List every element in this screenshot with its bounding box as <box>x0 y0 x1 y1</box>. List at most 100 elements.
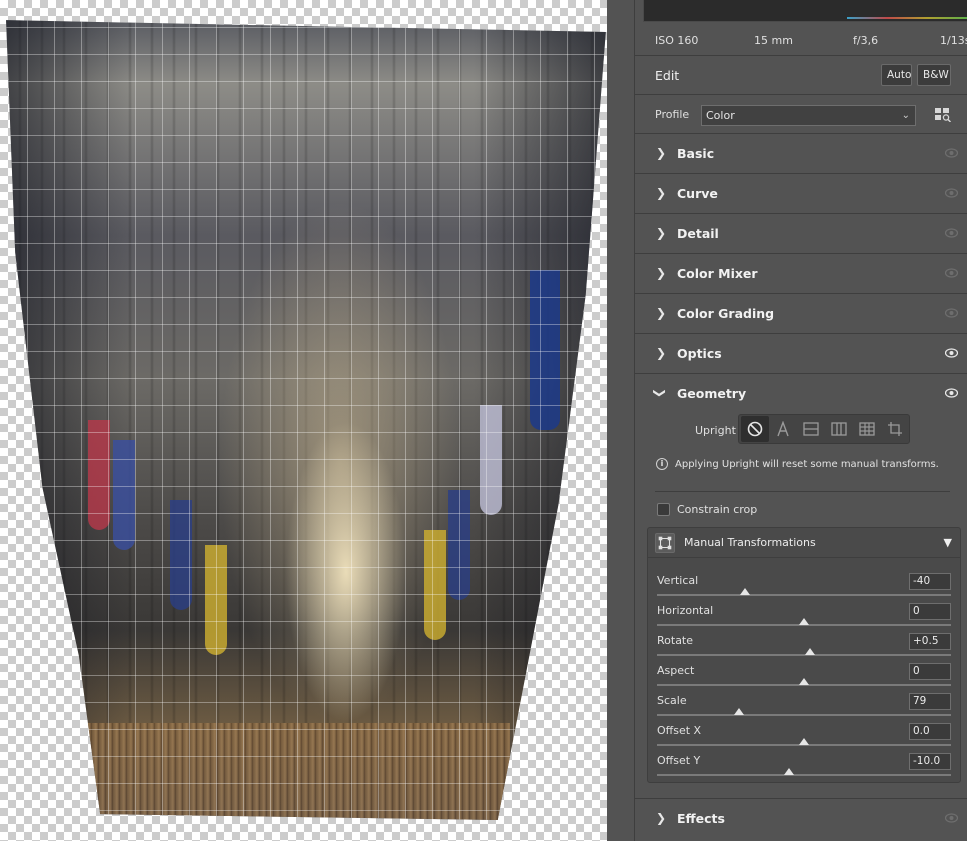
geometry-body: Upright i Applying Upright will reset so… <box>635 414 967 798</box>
slider-value-input[interactable]: +0.5 <box>909 633 951 650</box>
histogram-curve <box>847 17 967 19</box>
slider-thumb[interactable] <box>734 708 745 715</box>
histogram <box>643 0 967 22</box>
slider-thumb[interactable] <box>799 738 809 745</box>
upright-off-button[interactable] <box>741 416 769 442</box>
chevron-right-icon: ❯ <box>656 811 667 825</box>
section-title: Color Grading <box>677 306 775 321</box>
slider-value-input[interactable]: 0 <box>909 603 951 620</box>
eye-icon[interactable] <box>945 388 958 398</box>
profile-select[interactable]: Color ⌄ <box>701 105 916 126</box>
slider-value-input[interactable]: 79 <box>909 693 951 710</box>
collapse-triangle-icon[interactable]: ▼ <box>944 536 952 549</box>
slider-value-input[interactable]: -10.0 <box>909 753 951 770</box>
upright-label: Upright <box>695 424 736 437</box>
section-detail[interactable]: ❯ Detail <box>635 214 967 254</box>
slider-row: Offset X 0.0 <box>648 721 960 751</box>
slider-thumb[interactable] <box>804 648 815 655</box>
info-text: Applying Upright will reset some manual … <box>675 458 939 470</box>
guided-icon <box>888 422 902 436</box>
transform-icon <box>655 533 675 553</box>
section-title: Basic <box>677 146 715 161</box>
slider-track[interactable] <box>657 774 951 776</box>
iso-value: ISO 160 <box>655 34 699 47</box>
slider-thumb[interactable] <box>799 618 809 625</box>
section-color-mixer[interactable]: ❯ Color Mixer <box>635 254 967 294</box>
manual-transformations-panel: Manual Transformations ▼ Vertical -40 Hori… <box>647 527 961 783</box>
section-color-grading[interactable]: ❯ Color Grading <box>635 294 967 334</box>
profile-value: Color <box>706 109 735 122</box>
upright-info: i Applying Upright will reset some manua… <box>656 458 939 470</box>
upright-button-group <box>738 414 910 444</box>
auto-a-icon <box>777 421 789 437</box>
aperture-value: f/3,6 <box>853 34 879 47</box>
slider-row: Rotate +0.5 <box>648 631 960 661</box>
auto-button[interactable]: Auto <box>881 64 912 86</box>
section-optics[interactable]: ❯ Optics <box>635 334 967 374</box>
eye-icon[interactable] <box>945 228 958 238</box>
chevron-down-icon: ⌄ <box>901 110 910 121</box>
slider-thumb[interactable] <box>799 678 809 685</box>
constrain-crop-row[interactable]: Constrain crop <box>657 503 757 516</box>
slider-value-input[interactable]: -40 <box>909 573 951 590</box>
slider-thumb[interactable] <box>784 768 795 775</box>
manual-transformations-header[interactable]: Manual Transformations ▼ <box>648 528 960 558</box>
upright-full-button[interactable] <box>853 416 881 442</box>
eye-icon[interactable] <box>945 268 958 278</box>
upright-guided-button[interactable] <box>881 416 909 442</box>
slider-row: Horizontal 0 <box>648 601 960 631</box>
section-title: Color Mixer <box>677 266 758 281</box>
section-effects[interactable]: ❯ Effects <box>635 798 967 838</box>
manual-transformations-title: Manual Transformations <box>684 536 816 549</box>
section-geometry[interactable]: ❯ Geometry <box>635 374 967 414</box>
vertical-icon <box>831 422 847 436</box>
section-title: Curve <box>677 186 718 201</box>
chevron-down-icon: ❯ <box>653 387 668 399</box>
slider-label: Horizontal <box>657 604 714 617</box>
slider-label: Scale <box>657 694 687 707</box>
slider-row: Vertical -40 <box>648 571 960 601</box>
slider-label: Offset Y <box>657 754 701 767</box>
profile-browser-icon[interactable] <box>935 108 951 122</box>
chevron-right-icon: ❯ <box>656 266 667 280</box>
slider-row: Aspect 0 <box>648 661 960 691</box>
profile-label: Profile <box>655 108 690 121</box>
upright-level-button[interactable] <box>797 416 825 442</box>
constrain-crop-checkbox[interactable] <box>657 503 670 516</box>
section-title: Detail <box>677 226 719 241</box>
edit-panel: ISO 160 15 mm f/3,6 1/13s Edit Auto B&W … <box>634 0 967 841</box>
info-icon: i <box>656 458 668 470</box>
section-basic[interactable]: ❯ Basic <box>635 134 967 174</box>
profile-row: Profile Color ⌄ <box>635 96 967 134</box>
panel-divider <box>607 0 634 841</box>
upright-auto-button[interactable] <box>769 416 797 442</box>
shutter-value: 1/13s <box>940 34 967 47</box>
slider-label: Vertical <box>657 574 699 587</box>
eye-icon[interactable] <box>945 348 958 358</box>
section-curve[interactable]: ❯ Curve <box>635 174 967 214</box>
bw-button[interactable]: B&W <box>917 64 951 86</box>
chevron-right-icon: ❯ <box>656 186 667 200</box>
slider-track[interactable] <box>657 594 951 596</box>
section-title: Optics <box>677 346 722 361</box>
eye-icon[interactable] <box>945 813 958 823</box>
slider-label: Aspect <box>657 664 695 677</box>
transform-grid-overlay <box>6 20 606 820</box>
slider-value-input[interactable]: 0 <box>909 663 951 680</box>
slider-track[interactable] <box>657 714 951 716</box>
divider <box>655 491 950 492</box>
eye-icon[interactable] <box>945 188 958 198</box>
image-canvas[interactable] <box>0 0 607 841</box>
slider-label: Offset X <box>657 724 702 737</box>
upright-vertical-button[interactable] <box>825 416 853 442</box>
slider-value-input[interactable]: 0.0 <box>909 723 951 740</box>
slider-row: Scale 79 <box>648 691 960 721</box>
section-title: Effects <box>677 811 725 826</box>
no-icon <box>747 421 763 437</box>
eye-icon[interactable] <box>945 148 958 158</box>
eye-icon[interactable] <box>945 308 958 318</box>
constrain-crop-label: Constrain crop <box>677 503 758 516</box>
slider-thumb[interactable] <box>740 588 751 595</box>
focal-length-value: 15 mm <box>754 34 793 47</box>
edit-header: Edit Auto B&W <box>635 57 967 95</box>
